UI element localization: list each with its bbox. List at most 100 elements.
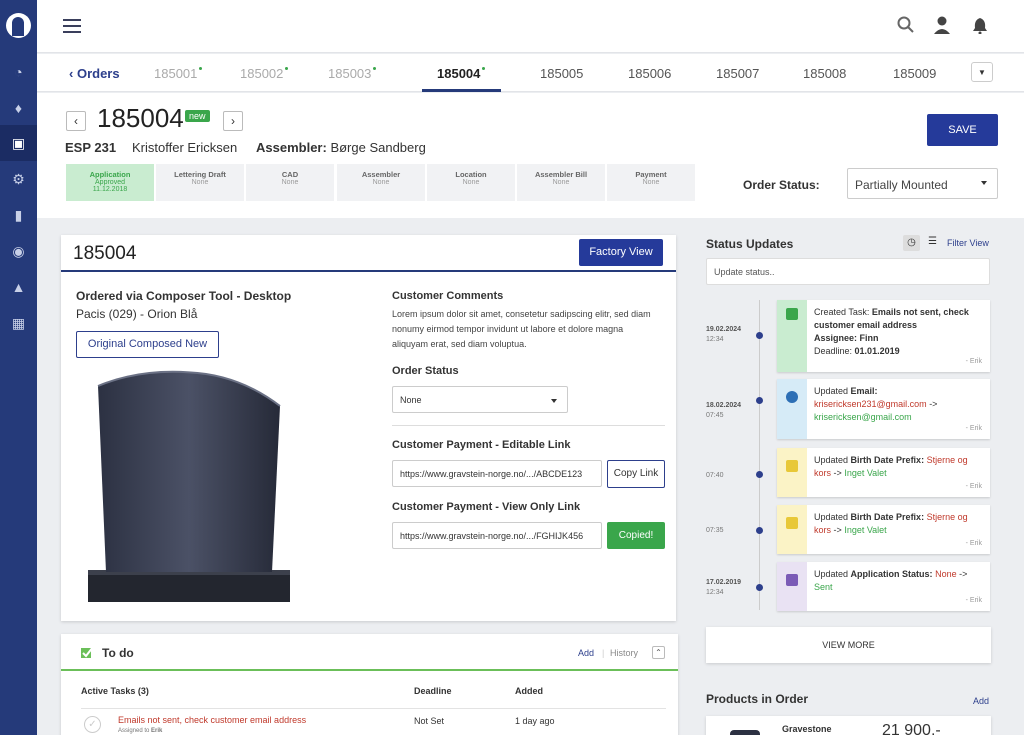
prev-order-button[interactable]: ‹ [66, 111, 86, 131]
update-card-birth-date: Updated Birth Date Prefix: Stjerne og ko… [777, 505, 990, 554]
ordered-via: Ordered via Composer Tool - Desktop [76, 289, 292, 303]
timeline-dot [756, 397, 763, 404]
todo-divider-line [61, 669, 678, 671]
todo-divider: | [602, 648, 605, 658]
collapse-icon[interactable]: ⌃ [652, 646, 665, 659]
settings-icon[interactable]: ⚙ [9, 171, 28, 187]
customer-name: Kristoffer Ericksen [132, 140, 238, 155]
tab-185007[interactable]: 185007 [716, 66, 759, 81]
task-icon [786, 308, 798, 320]
step-lettering-draft[interactable]: Lettering Draft None [156, 164, 244, 201]
timeline-dot [756, 471, 763, 478]
dashboard-icon[interactable]: ◔ [9, 64, 28, 80]
building-icon[interactable]: ▦ [9, 315, 28, 331]
filter-view-link[interactable]: Filter View [947, 238, 989, 248]
step-cad[interactable]: CAD None [246, 164, 334, 201]
chevron-down-icon [981, 181, 987, 185]
bell-icon[interactable]: ♦ [9, 100, 28, 116]
save-button[interactable]: SAVE [927, 114, 998, 146]
update-date: 18.02.2024 07:45 [706, 402, 742, 419]
book-icon[interactable]: ▮ [9, 207, 28, 223]
timeline-dot [756, 527, 763, 534]
top-bar [37, 0, 1024, 53]
todo-add-link[interactable]: Add [578, 648, 594, 658]
chevron-down-icon [551, 399, 557, 403]
task-title[interactable]: Emails not sent, check customer email ad… [118, 715, 306, 725]
factory-view-button[interactable]: Factory View [579, 239, 663, 266]
back-label: Orders [76, 66, 120, 81]
tab-185005[interactable]: 185005 [540, 66, 583, 81]
step-payment[interactable]: Payment None [607, 164, 695, 201]
document-icon [786, 574, 798, 586]
clock-icon[interactable]: ◷ [903, 235, 920, 251]
logo-icon[interactable] [6, 13, 31, 38]
tab-185004[interactable]: 185004 [437, 66, 486, 81]
editable-link-field[interactable]: https://www.gravstein-norge.no/.../ABCDE… [392, 460, 602, 487]
gravestone-image [88, 370, 290, 602]
original-composed-button[interactable]: Original Composed New [76, 331, 219, 358]
product-thumbnail [730, 730, 760, 735]
step-location[interactable]: Location None [427, 164, 515, 201]
product-price: 21 900,- [882, 722, 941, 735]
update-card-created-task: Created Task: Emails not sent, check cus… [777, 300, 990, 372]
document-icon [786, 460, 798, 472]
support-icon[interactable]: ◉ [9, 243, 28, 259]
tab-185006[interactable]: 185006 [628, 66, 671, 81]
active-tab-indicator [422, 89, 501, 92]
product-name: Gravestone [782, 724, 832, 734]
user-icon[interactable] [933, 16, 951, 34]
update-status-input[interactable]: Update status.. [706, 258, 990, 285]
order-status-label: Order Status: [743, 178, 820, 192]
customer-comments-title: Customer Comments [392, 290, 504, 302]
step-assembler-bill[interactable]: Assembler Bill None [517, 164, 605, 201]
timeline-dot [756, 332, 763, 339]
tabs-dropdown-button[interactable]: ▼ [971, 62, 993, 82]
box-icon[interactable]: ▲ [9, 279, 28, 295]
order-status-select[interactable]: Partially Mounted [847, 168, 998, 199]
todo-title: To do [102, 646, 134, 660]
timeline-line [759, 300, 760, 610]
card-divider [61, 270, 676, 272]
customer-comments-text: Lorem ipsum dolor sit amet, consetetur s… [392, 309, 651, 349]
status-updates-title: Status Updates [706, 237, 794, 251]
tab-185002[interactable]: 185002 [240, 66, 289, 81]
cart-icon[interactable]: ▣ [9, 135, 28, 151]
update-date: 07:35 [706, 527, 724, 534]
tab-185001[interactable]: 185001 [154, 66, 203, 81]
viewonly-link-field[interactable]: https://www.gravstein-norge.no/.../FGHIJ… [392, 522, 602, 549]
task-assignee: Assigned to Erik [118, 728, 163, 734]
tab-185003[interactable]: 185003 [328, 66, 377, 81]
product-name: Pacis (029) - Orion Blå [76, 307, 198, 321]
bell-icon[interactable] [972, 17, 988, 34]
card-order-status-title: Order Status [392, 365, 459, 377]
todo-check-icon [81, 646, 94, 658]
todo-history-link[interactable]: History [610, 648, 638, 658]
card-order-status-select[interactable]: None [392, 386, 568, 413]
table-header-divider [81, 708, 666, 709]
products-add-link[interactable]: Add [973, 696, 989, 706]
col-added: Added [515, 686, 543, 696]
next-order-button[interactable]: › [223, 111, 243, 131]
copied-button[interactable]: Copied! [607, 522, 665, 549]
task-deadline: Not Set [414, 716, 445, 726]
order-id-title: 185004 [97, 103, 184, 133]
step-application[interactable]: Application Approved 11.12.2018 [66, 164, 154, 201]
viewonly-link-title: Customer Payment - View Only Link [392, 501, 581, 513]
copy-link-button[interactable]: Copy Link [607, 460, 665, 488]
tab-185008[interactable]: 185008 [803, 66, 846, 81]
hamburger-icon[interactable] [63, 19, 81, 33]
list-icon[interactable]: ☰ [928, 236, 937, 247]
editable-link-title: Customer Payment - Editable Link [392, 439, 571, 451]
products-title: Products in Order [706, 692, 809, 706]
view-more-button[interactable]: VIEW MORE [706, 627, 991, 663]
back-to-orders-link[interactable]: ‹ Orders [69, 66, 120, 81]
task-added: 1 day ago [515, 716, 555, 726]
task-checkbox[interactable]: ✓ [84, 716, 101, 733]
assembler-info: Assembler: Børge Sandberg [256, 140, 426, 155]
tab-185009[interactable]: 185009 [893, 66, 936, 81]
search-icon[interactable] [897, 16, 915, 34]
col-deadline: Deadline [414, 686, 452, 696]
update-date: 17.02.2019 12:34 [706, 579, 742, 596]
step-assembler[interactable]: Assembler None [337, 164, 425, 201]
col-active-tasks: Active Tasks (3) [81, 686, 149, 696]
